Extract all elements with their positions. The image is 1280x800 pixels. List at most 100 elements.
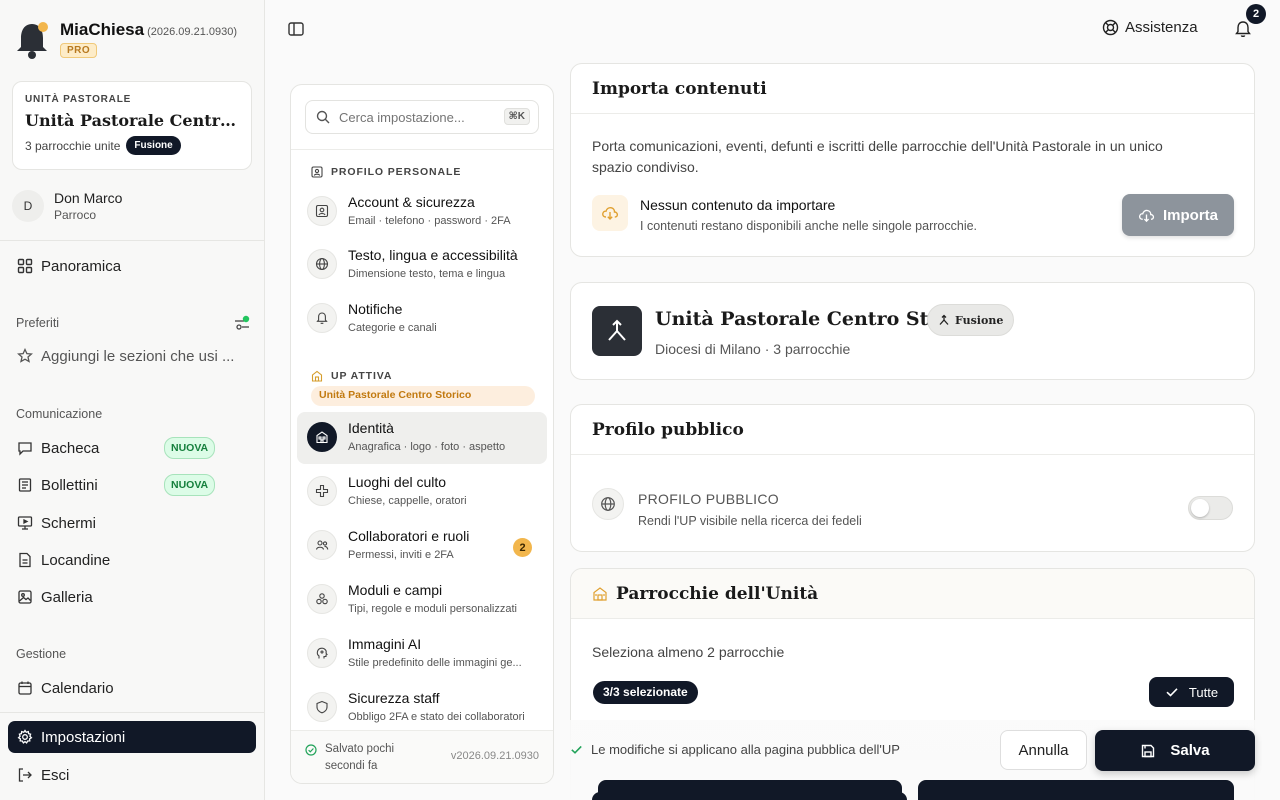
star-icon: [17, 348, 33, 363]
parishes-header: Parrocchie dell'Unità: [571, 569, 1254, 619]
communication-title: Comunicazione: [16, 407, 103, 421]
import-title: Importa contenuti: [571, 64, 1254, 114]
globe-icon: [592, 488, 624, 520]
settings-item-text-language[interactable]: Testo, lingua e accessibilità Dimensione…: [297, 239, 547, 291]
public-profile-label: PROFILO PUBBLICO: [638, 491, 779, 507]
save-label: Salva: [1170, 742, 1210, 759]
nav-label: Schermi: [41, 514, 97, 532]
item-subtitle: Anagrafica · logo · foto · aspetto: [348, 441, 506, 453]
nav-label: Panoramica: [41, 257, 122, 275]
settings-nav-panel: ⌘K PROFILO PERSONALE Account & sicurezza…: [290, 84, 554, 784]
up-meta: Diocesi di Milano · 3 parrocchie: [655, 341, 851, 357]
nav-schermi[interactable]: Schermi: [8, 507, 256, 539]
assistance-label: Assistenza: [1125, 19, 1198, 36]
modules-icon: [316, 593, 328, 605]
group-active-up: UP ATTIVA: [311, 370, 392, 382]
parishes-hint: Seleziona almeno 2 parrocchie: [592, 644, 785, 660]
assistance-button[interactable]: Assistenza: [1102, 19, 1198, 36]
settings-search[interactable]: ⌘K: [305, 100, 539, 134]
favorites-hint: Aggiungi le sezioni che usi ...: [41, 347, 235, 365]
newspaper-icon: [18, 478, 32, 492]
parish-chip-peek: [592, 792, 907, 800]
import-empty-title: Nessun contenuto da importare: [640, 197, 836, 213]
gallery-icon: [18, 590, 32, 604]
divider: [0, 712, 264, 713]
nav-locandine[interactable]: Locandine: [8, 544, 256, 576]
user-card-icon: [315, 204, 329, 218]
settings-item-identity[interactable]: Identità Anagrafica · logo · foto · aspe…: [297, 412, 547, 464]
search-input[interactable]: [339, 109, 489, 125]
nav-label: Locandine: [41, 551, 111, 569]
new-badge: NUOVA: [164, 437, 216, 459]
item-subtitle: Obbligo 2FA e stato dei collaboratori: [348, 711, 525, 723]
cross-icon: [315, 484, 329, 498]
monitor-icon: [17, 516, 33, 530]
settings-item-modules[interactable]: Moduli e campi Tipi, regole e moduli per…: [297, 574, 547, 626]
favorites-add-hint[interactable]: Aggiungi le sezioni che usi ...: [8, 340, 256, 372]
users-icon: [315, 540, 329, 550]
user-role: Parroco: [54, 208, 97, 222]
item-title: Identità: [348, 420, 394, 436]
settings-item-account[interactable]: Account & sicurezza Email · telefono · p…: [297, 186, 547, 238]
settings-item-staff-security[interactable]: Sicurezza staff Obbligo 2FA e stato dei …: [297, 682, 547, 734]
nav-panoramica[interactable]: Panoramica: [8, 250, 256, 282]
up-switcher-card[interactable]: UNITÀ PASTORALE Unità Pastorale Centro S…: [12, 81, 252, 170]
nav-bollettini[interactable]: Bollettini: [8, 469, 256, 501]
settings-item-notifications[interactable]: Notifiche Categorie e canali: [297, 293, 547, 345]
nav-esci[interactable]: Esci: [8, 759, 256, 791]
nav-calendario[interactable]: Calendario: [8, 672, 256, 704]
check-circle-icon: [305, 744, 317, 756]
bell-icon: [316, 312, 328, 324]
nav-bacheca[interactable]: Bacheca: [8, 432, 256, 464]
notification-count-badge: 2: [1246, 4, 1266, 24]
toggle-sidebar-icon[interactable]: [287, 20, 305, 38]
merge-logo-icon: [592, 306, 642, 356]
nav-impostazioni[interactable]: Impostazioni: [8, 721, 256, 753]
settings-item-places[interactable]: Luoghi del culto Chiese, cappelle, orato…: [297, 466, 547, 518]
saved-status: Salvato pochi secondi fa: [305, 741, 394, 775]
group-title-label: PROFILO PERSONALE: [331, 166, 462, 178]
up-parishes: 3 parrocchie unite: [25, 138, 121, 153]
item-subtitle: Stile predefinito delle immagini ge...: [348, 657, 522, 669]
favorites-title: Preferiti: [16, 316, 60, 330]
save-button[interactable]: Salva: [1095, 730, 1255, 771]
check-icon: [1166, 688, 1178, 697]
parishes-title: Parrocchie dell'Unità: [616, 583, 819, 604]
item-title: Luoghi del culto: [348, 474, 447, 490]
item-title: Account & sicurezza: [348, 194, 475, 210]
saved-line-2: secondi fa: [325, 760, 378, 772]
nav-label: Calendario: [41, 679, 114, 697]
cancel-button[interactable]: Annulla: [1000, 730, 1087, 770]
shortcut-hint: ⌘K: [503, 108, 530, 125]
logout-icon: [18, 768, 32, 782]
nav-label: Bacheca: [41, 439, 100, 457]
lifebuoy-icon: [1102, 19, 1119, 36]
merge-icon: [939, 314, 949, 325]
app-name: MiaChiesa: [60, 20, 145, 39]
group-title-label: UP ATTIVA: [331, 370, 393, 382]
nav-label: Impostazioni: [41, 728, 126, 746]
public-profile-card: Profilo pubblico PROFILO PUBBLICO Rendi …: [570, 404, 1255, 552]
customize-favorites-icon[interactable]: [233, 315, 251, 333]
settings-item-ai-images[interactable]: Immagini AI Stile predefinito delle imma…: [297, 628, 547, 680]
message-icon: [18, 442, 32, 456]
brand: MiaChiesa (2026.09.21.0930) PRO: [14, 20, 237, 62]
sidebar: MiaChiesa (2026.09.21.0930) PRO UNITÀ PAS…: [0, 0, 265, 800]
user-profile[interactable]: D Don Marco Parroco: [12, 190, 122, 222]
import-button[interactable]: Importa: [1122, 194, 1234, 236]
nav-label: Galleria: [41, 588, 93, 606]
parish-chip-peek: [918, 780, 1234, 800]
apply-note-text: Le modifiche si applicano alla pagina pu…: [591, 742, 900, 757]
item-subtitle: Dimensione testo, tema e lingua: [348, 268, 506, 280]
select-all-button[interactable]: Tutte: [1149, 677, 1234, 707]
bell-logo-icon: [14, 20, 50, 62]
import-description: Porta comunicazioni, eventi, defunti e i…: [592, 138, 1163, 175]
settings-item-collaborators[interactable]: Collaboratori e ruoli Permessi, inviti e…: [297, 520, 547, 572]
grid-icon: [17, 258, 33, 274]
new-badge: NUOVA: [164, 474, 216, 496]
management-title: Gestione: [16, 647, 67, 661]
pending-count-badge: 2: [513, 538, 532, 557]
selected-count-badge: 3/3 selezionate: [593, 681, 698, 704]
public-profile-toggle[interactable]: [1188, 496, 1233, 520]
nav-galleria[interactable]: Galleria: [8, 581, 256, 613]
